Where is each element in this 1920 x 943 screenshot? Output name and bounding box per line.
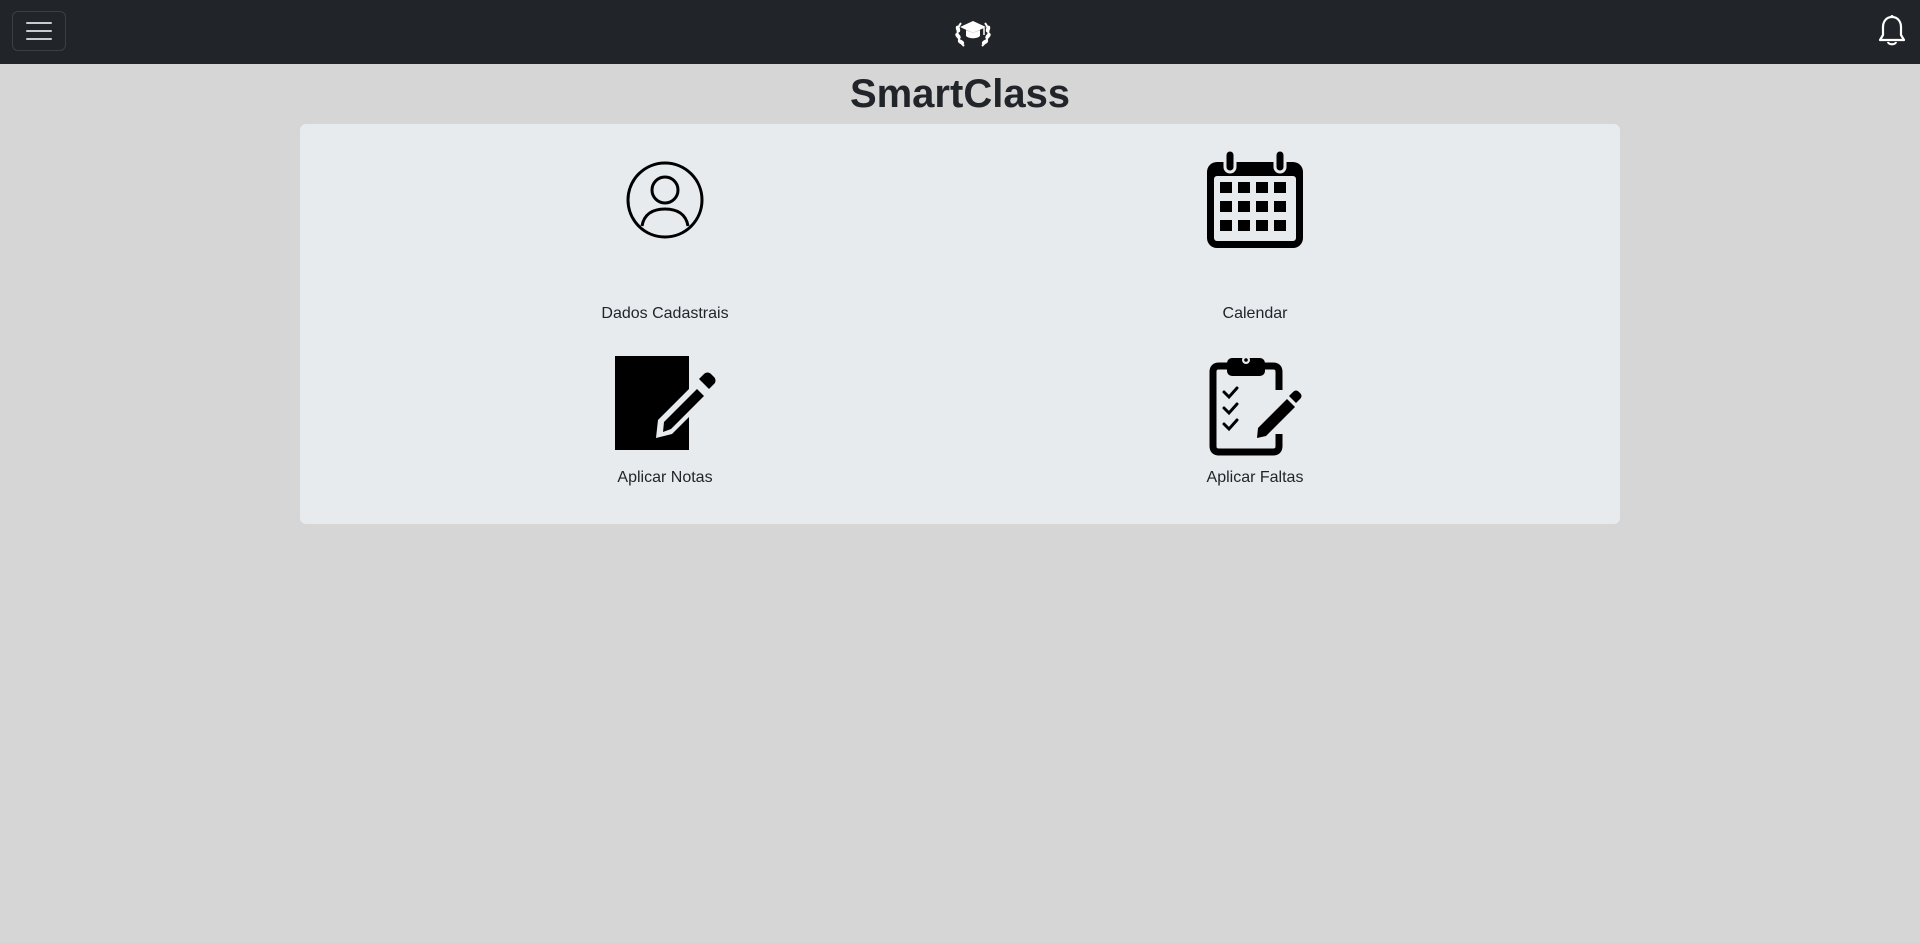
tile-label: Calendar	[1222, 305, 1288, 322]
tile-aplicar-notas[interactable]: Aplicar Notas	[515, 354, 815, 534]
tile-dados-cadastrais[interactable]: Dados Cadastrais	[515, 160, 815, 340]
tile-label: Aplicar Faltas	[1206, 469, 1304, 486]
tile-calendar[interactable]: Calendar	[1105, 150, 1405, 330]
main-menu-card: Dados Cadastrais Calendar Aplicar Notas	[300, 124, 1620, 524]
calendar-icon	[1207, 150, 1303, 248]
menu-toggle-button[interactable]	[12, 11, 66, 51]
pencil-square-icon	[615, 356, 716, 450]
tile-label: Dados Cadastrais	[601, 305, 729, 322]
hamburger-menu-icon	[26, 22, 52, 40]
bell-icon[interactable]	[1876, 14, 1908, 48]
tile-label: Aplicar Notas	[617, 469, 713, 486]
tile-aplicar-faltas[interactable]: Aplicar Faltas	[1105, 354, 1405, 534]
top-navbar	[0, 0, 1920, 64]
person-circle-icon	[626, 161, 704, 239]
graduation-cap-laurel-icon	[955, 21, 991, 47]
page-title: SmartClass	[849, 72, 1071, 116]
clipboard-check-pencil-icon	[1209, 356, 1302, 456]
